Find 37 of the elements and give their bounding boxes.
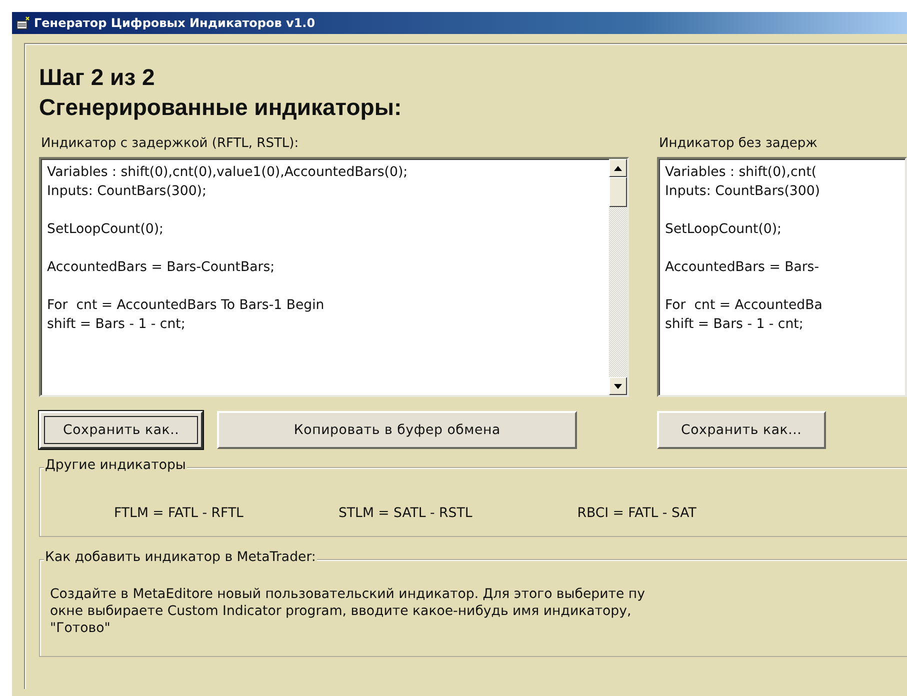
up-arrow-icon: [614, 166, 622, 170]
code-line: SetLoopCount(0);: [47, 221, 165, 239]
code-line: shift = Bars - 1 - cnt;: [47, 316, 186, 334]
window-title: Генератор Цифровых Индикаторов v1.0: [34, 16, 316, 30]
code-line: Inputs: CountBars(300);: [47, 183, 208, 201]
formula-text: STLM = SATL - RSTL: [338, 506, 472, 520]
code-line: Variables : shift(0),cnt(: [665, 164, 818, 182]
scroll-thumb[interactable]: [609, 177, 627, 207]
panel-label: Индикатор с задержкой (RFTL, RSTL):: [40, 136, 300, 151]
formula-text: FTLM = FATL - RFTL: [114, 506, 244, 520]
code-line: AccountedBars = Bars-CountBars;: [47, 259, 276, 277]
code-line: Inputs: CountBars(300): [665, 183, 821, 201]
code-line: For cnt = AccountedBars To Bars-1 Begin: [47, 297, 326, 315]
group-title: Другие индикаторы: [44, 458, 187, 473]
step-heading: Шаг 2 из 2: [39, 63, 156, 92]
code-line: AccountedBars = Bars-: [665, 259, 820, 277]
app-icon: [15, 15, 31, 31]
scroll-down-button[interactable]: [609, 377, 627, 395]
save-button[interactable]: Сохранить как..: [39, 411, 204, 449]
code-line: Variables : shift(0),cnt(0),value1(0),AccountedBars(0);: [47, 164, 409, 182]
code-editor[interactable]: Variables : shift(0),cnt(0),value1(0),AccountedBars(0); Inputs: CountBars(300); SetLoopCount(0); AccountedBars = Bars-CountBars; For cnt = AccountedBars To Bars-1 Begin shift = Bars - 1 - cnt;: [39, 157, 629, 397]
scroll-up-button[interactable]: [609, 159, 627, 177]
code-line: shift = Bars - 1 - cnt;: [665, 316, 804, 334]
panel-label: Индикатор без задерж: [658, 136, 818, 151]
copy-button[interactable]: Копировать в буфер обмена: [217, 411, 578, 449]
instruction-line: окне выбираете Custom Indicator program, вводите какое-нибудь имя индикатору,: [50, 603, 632, 620]
code-line: SetLoopCount(0);: [665, 221, 783, 239]
instruction-line: "Готово": [50, 620, 112, 637]
down-arrow-icon: [614, 384, 622, 388]
code-editor[interactable]: Variables : shift(0),cnt( Inputs: CountBars(300) SetLoopCount(0); AccountedBars = Bars- For cnt = AccountedBa shift = Bars - 1 - cnt;: [657, 157, 907, 397]
vertical-scrollbar[interactable]: [609, 159, 627, 395]
section-heading: Сгенерированные индикаторы:: [39, 93, 403, 122]
instruction-line: Создайте в MetaEditore новый пользовательский индикатор. Для этого выберите пу: [50, 586, 646, 603]
group-title: Как добавить индикатор в MetaTrader:: [44, 550, 317, 565]
formula-text: RBCI = FATL - SAT: [577, 506, 696, 520]
save-button[interactable]: Сохранить как...: [657, 411, 826, 449]
code-line: For cnt = AccountedBa: [665, 297, 824, 315]
